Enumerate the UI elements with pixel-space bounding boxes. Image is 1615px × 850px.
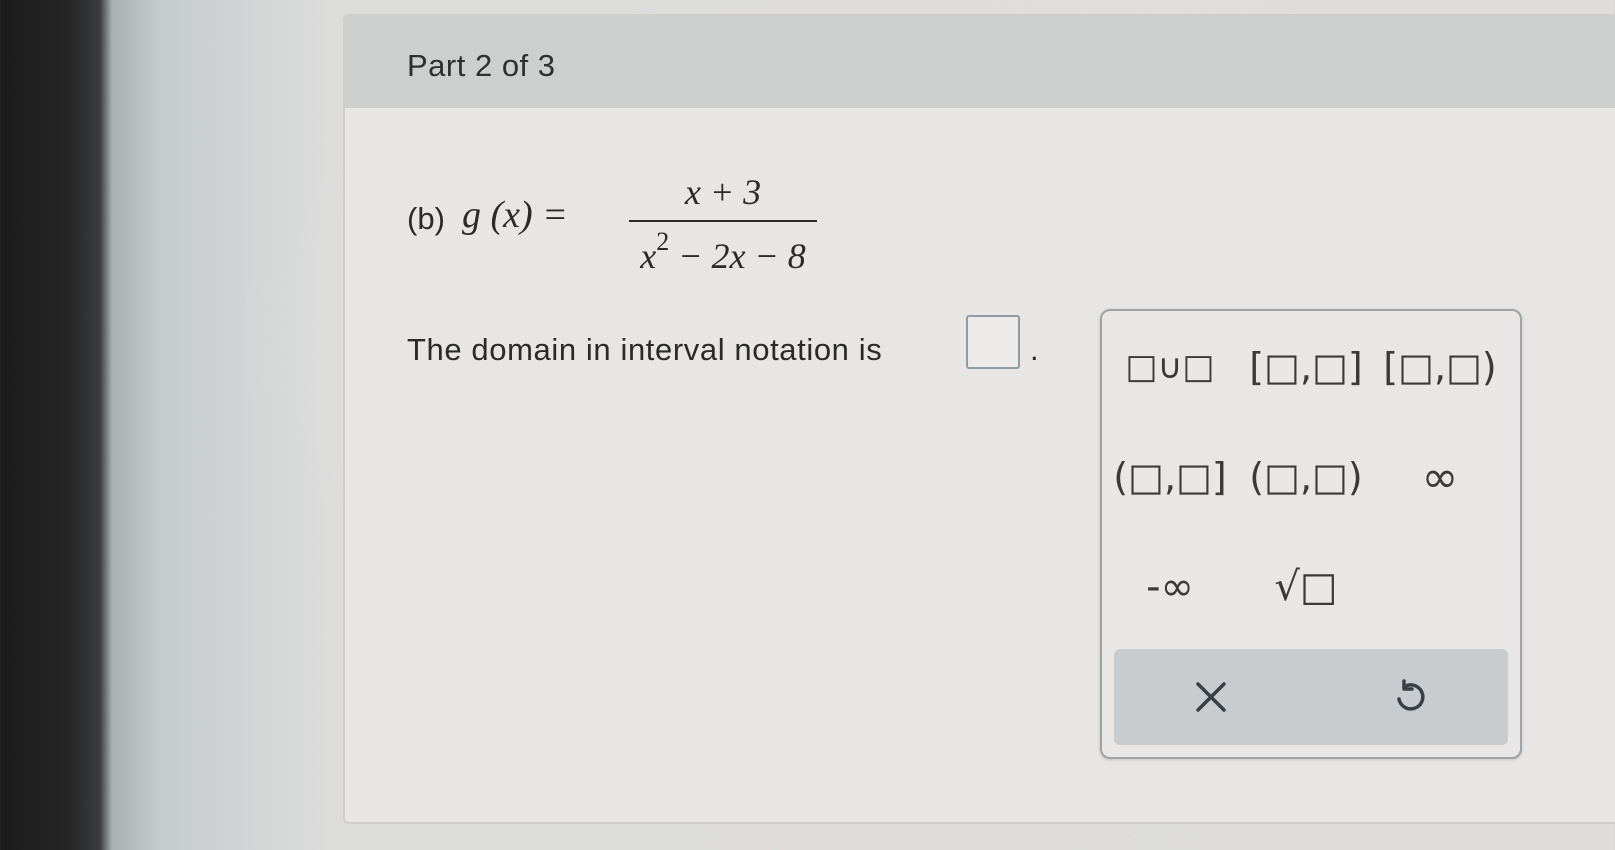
infinity-button[interactable]: ∞ <box>1380 447 1500 507</box>
half-open-right-interval-icon: [□,□) <box>1383 345 1497 389</box>
square-root-icon: √□ <box>1274 564 1338 610</box>
square-root-button[interactable]: √□ <box>1246 557 1366 617</box>
fraction: x + 3 x2 − 2x − 8 <box>629 171 817 281</box>
closed-interval-button[interactable]: [□,□] <box>1246 337 1366 397</box>
answer-input[interactable] <box>966 315 1020 369</box>
question-card: Part 2 of 3 (b) g (x) = x + 3 x2 − 2x − … <box>343 14 1615 824</box>
half-open-left-interval-button[interactable]: (□,□] <box>1110 447 1230 507</box>
prompt-period: . <box>1030 332 1039 367</box>
half-open-right-interval-button[interactable]: [□,□) <box>1380 337 1500 397</box>
part-header: Part 2 of 3 <box>345 16 1615 108</box>
denominator-rest: − 2x − 8 <box>678 236 806 276</box>
union-icon: □∪□ <box>1125 347 1215 387</box>
close-icon <box>1196 682 1226 712</box>
palette-tray <box>1114 649 1508 745</box>
undo-button[interactable] <box>1370 667 1450 727</box>
denominator: x2 − 2x − 8 <box>629 227 817 277</box>
closed-interval-icon: [□,□] <box>1249 345 1363 389</box>
denominator-exponent: 2 <box>656 227 670 256</box>
infinity-icon: ∞ <box>1421 451 1459 503</box>
fraction-bar <box>629 220 817 222</box>
undo-icon <box>1397 679 1425 711</box>
negative-infinity-button[interactable]: -∞ <box>1110 557 1230 617</box>
function-name: g (x) = <box>462 194 568 236</box>
open-interval-icon: (□,□) <box>1249 455 1363 499</box>
negative-infinity-icon: -∞ <box>1146 564 1194 610</box>
part-title: Part 2 of 3 <box>407 48 556 83</box>
domain-prompt: The domain in interval notation is <box>407 332 883 367</box>
union-button[interactable]: □∪□ <box>1110 337 1230 397</box>
half-open-left-interval-icon: (□,□] <box>1113 455 1227 499</box>
numerator: x + 3 <box>684 172 762 212</box>
math-palette: □∪□ [□,□] [□,□) (□,□] (□,□) ∞ -∞ √□ <box>1100 309 1522 759</box>
open-interval-button[interactable]: (□,□) <box>1246 447 1366 507</box>
problem-label: (b) <box>407 201 445 236</box>
clear-button[interactable] <box>1171 667 1251 727</box>
denominator-base: x <box>640 236 657 276</box>
